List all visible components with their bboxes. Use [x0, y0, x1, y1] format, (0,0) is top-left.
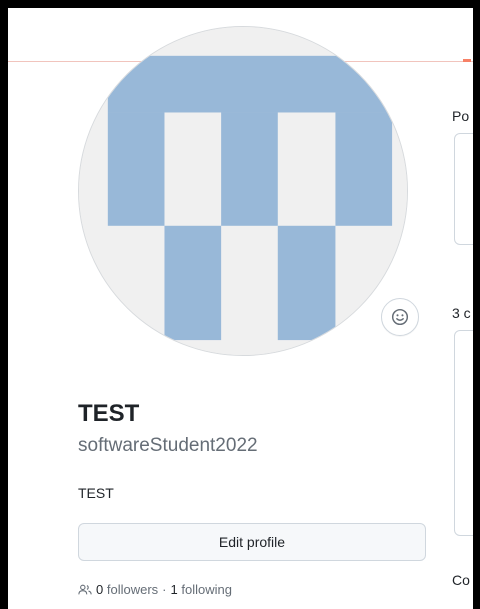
profile-bio: TEST — [78, 485, 114, 501]
edit-profile-button[interactable]: Edit profile — [78, 523, 426, 561]
profile-display-name: TEST — [78, 400, 140, 427]
followers-count: 0 — [96, 582, 104, 597]
profile-username: softwareStudent2022 — [78, 435, 258, 456]
following-link[interactable]: 1 following — [171, 582, 232, 597]
avatar[interactable] — [78, 26, 408, 356]
people-icon — [78, 584, 92, 594]
repo-card[interactable]: S e — [454, 133, 473, 245]
followers-label: followers — [106, 582, 159, 597]
follow-stats: 0 followers · 1 following — [78, 582, 232, 597]
contribution-graph — [454, 330, 473, 536]
followers-link[interactable]: 0 followers — [96, 582, 158, 597]
profile-page: TEST softwareStudent2022 TEST Edit profi… — [8, 8, 473, 609]
main-content-column: Po S e 3 c Co — [448, 8, 473, 609]
following-count: 1 — [170, 582, 178, 597]
identicon-image — [79, 27, 407, 355]
smiley-icon — [391, 308, 409, 326]
set-status-button[interactable] — [381, 298, 419, 336]
stats-separator: · — [162, 582, 167, 597]
popular-repos-heading: Po — [452, 108, 470, 124]
contributions-heading: 3 c — [452, 305, 471, 321]
following-label: following — [181, 582, 232, 597]
contribution-activity-heading: Co — [452, 572, 470, 588]
